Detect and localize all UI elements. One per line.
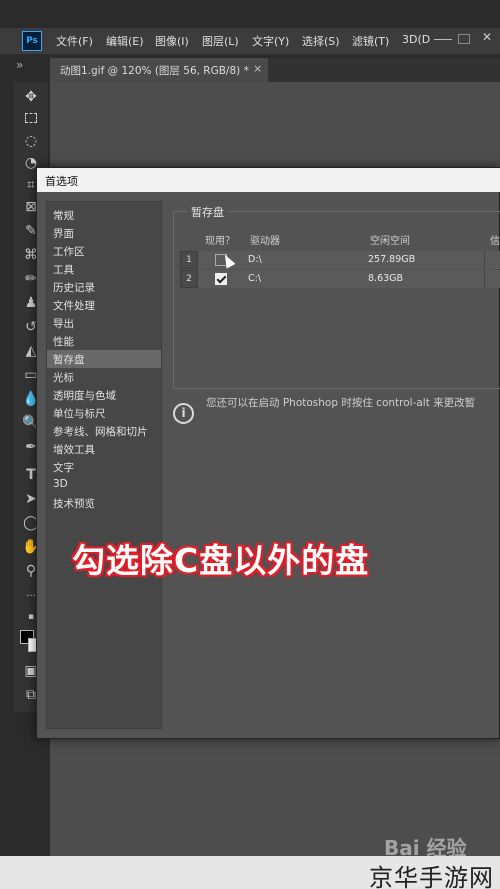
column-divider	[484, 270, 485, 288]
menu-edit[interactable]: 编辑(E)	[106, 33, 144, 49]
close-window-button[interactable]: ✕	[482, 30, 500, 44]
column-header-info[interactable]: 信	[490, 232, 500, 247]
nav-item-tech-preview[interactable]: 技术预览	[47, 494, 161, 512]
nav-item-history[interactable]: 历史记录	[47, 278, 161, 296]
nav-item-general[interactable]: 常规	[47, 206, 161, 224]
menu-type[interactable]: 文字(Y)	[252, 33, 289, 49]
minimize-button[interactable]	[434, 32, 452, 40]
row-drive: C:\	[248, 273, 262, 284]
nav-item-type[interactable]: 文字	[47, 458, 161, 476]
instruction-caption: 勾选除C盘以外的盘	[72, 541, 370, 580]
close-tab-icon[interactable]: ×	[253, 63, 262, 75]
nav-item-export[interactable]: 导出	[47, 314, 161, 332]
row-drive: D:\	[248, 254, 262, 265]
nav-item-cursors[interactable]: 光标	[47, 368, 161, 386]
info-icon: i	[173, 403, 194, 424]
menu-select[interactable]: 选择(S)	[302, 33, 340, 49]
document-tab-bar: 动图1.gif @ 120% (图层 56, RGB/8) * ×	[50, 58, 500, 82]
lasso-tool-icon[interactable]: ◌	[22, 132, 40, 150]
nav-item-scratch-disks[interactable]: 暂存盘	[47, 350, 161, 368]
nav-item-tools[interactable]: 工具	[47, 260, 161, 278]
nav-item-performance[interactable]: 性能	[47, 332, 161, 350]
move-tool-icon[interactable]: ✥	[22, 88, 40, 106]
nav-item-workspace[interactable]: 工作区	[47, 242, 161, 260]
column-divider	[484, 251, 485, 269]
document-tab-label: 动图1.gif @ 120% (图层 56, RGB/8) *	[60, 65, 249, 77]
row-number: 1	[180, 251, 198, 269]
nav-item-interface[interactable]: 界面	[47, 224, 161, 242]
dialog-title: 首选项	[37, 168, 500, 192]
bottom-banner: 京华手游网	[0, 856, 500, 889]
nav-item-transparency[interactable]: 透明度与色域	[47, 386, 161, 404]
section-title: 暂存盘	[187, 204, 228, 220]
row-free-space: 8.63GB	[368, 273, 404, 284]
nav-item-units[interactable]: 单位与标尺	[47, 404, 161, 422]
maximize-button[interactable]	[458, 34, 470, 44]
info-text: 您还可以在启动 Photoshop 时按住 control-alt 来更改暂	[206, 397, 476, 409]
menu-image[interactable]: 图像(I)	[155, 33, 189, 49]
panel-toggle-icon[interactable]: »	[16, 58, 23, 72]
table-row[interactable]: 2 C:\ 8.63GB	[180, 270, 500, 288]
preferences-dialog: 首选项 常规 界面 工作区 工具 历史记录 文件处理 导出 性能 暂存盘 光标 …	[36, 167, 500, 739]
site-watermark: 京华手游网	[369, 864, 494, 889]
menu-3d[interactable]: 3D(D	[402, 33, 430, 46]
row-active-checkbox[interactable]	[215, 273, 227, 285]
marquee-tool-icon[interactable]	[22, 110, 40, 128]
document-tab[interactable]: 动图1.gif @ 120% (图层 56, RGB/8) * ×	[50, 58, 268, 82]
menu-filter[interactable]: 滤镜(T)	[352, 33, 389, 49]
nav-item-plugins[interactable]: 增效工具	[47, 440, 161, 458]
row-free-space: 257.89GB	[368, 254, 416, 265]
nav-item-3d[interactable]: 3D	[47, 476, 161, 494]
menu-bar: Ps 文件(F) 编辑(E) 图像(I) 图层(L) 文字(Y) 选择(S) 滤…	[0, 28, 500, 54]
row-number: 2	[180, 270, 198, 288]
nav-item-guides[interactable]: 参考线、网格和切片	[47, 422, 161, 440]
column-header-free-space[interactable]: 空闲空间	[370, 232, 410, 247]
column-header-drive[interactable]: 驱动器	[250, 232, 280, 247]
column-header-active[interactable]: 现用？	[205, 232, 235, 247]
preferences-nav: 常规 界面 工作区 工具 历史记录 文件处理 导出 性能 暂存盘 光标 透明度与…	[46, 201, 162, 729]
photoshop-logo: Ps	[22, 31, 42, 51]
menu-file[interactable]: 文件(F)	[56, 33, 93, 49]
nav-item-file-handling[interactable]: 文件处理	[47, 296, 161, 314]
menu-layer[interactable]: 图层(L)	[202, 33, 239, 49]
